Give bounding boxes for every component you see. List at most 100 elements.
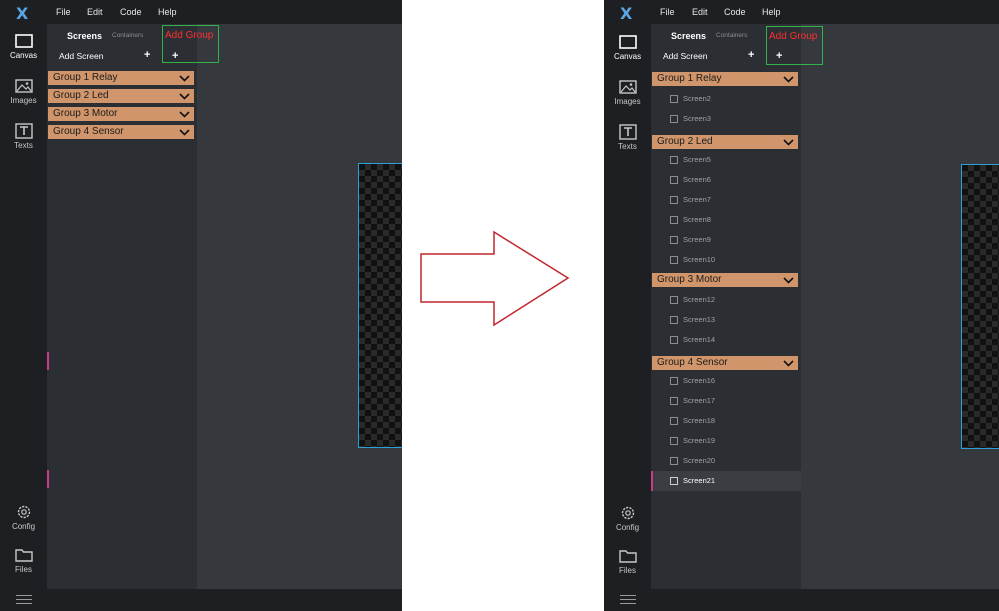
menu-code[interactable]: Code	[724, 7, 746, 17]
checkbox[interactable]	[670, 236, 678, 244]
tab-screens[interactable]: Screens	[67, 31, 102, 41]
menu-bar: File Edit Code Help	[47, 0, 402, 24]
menu-file[interactable]: File	[660, 7, 675, 17]
text-icon	[14, 123, 33, 139]
group-label: Group 1 Relay	[657, 73, 722, 84]
sidebar-item-config[interactable]: Config	[604, 505, 651, 532]
checkbox[interactable]	[670, 196, 678, 204]
list-item[interactable]: Screen7	[651, 190, 801, 210]
sidebar-item-images[interactable]: Images	[604, 79, 651, 106]
sidebar-item-label: Config	[11, 522, 36, 531]
checkbox[interactable]	[670, 336, 678, 344]
menu-icon[interactable]	[620, 595, 636, 607]
canvas-area[interactable]	[801, 24, 999, 589]
list-item[interactable]: Screen16	[651, 371, 801, 391]
checkbox[interactable]	[670, 437, 678, 445]
sidebar-item-files[interactable]: Files	[0, 547, 47, 574]
chevron-down-icon	[179, 75, 190, 82]
canvas-area[interactable]	[197, 24, 402, 589]
sidebar-item-images[interactable]: Images	[0, 78, 47, 105]
after-screenshot: X Canvas Images Texts Config Files File …	[604, 0, 999, 611]
list-item[interactable]: Screen5	[651, 150, 801, 170]
gear-icon	[621, 506, 634, 520]
selection-marker	[651, 471, 653, 491]
sidebar-item-canvas[interactable]: Canvas	[604, 34, 651, 61]
screens-panel: Screens Containers Add Screen + + Group …	[651, 24, 801, 589]
list-item[interactable]: Screen12	[651, 290, 801, 310]
checkbox[interactable]	[670, 256, 678, 264]
sidebar-item-label: Images	[614, 97, 641, 106]
checkbox[interactable]	[670, 477, 678, 485]
list-item[interactable]: Screen9	[651, 230, 801, 250]
add-screen-button[interactable]: +	[748, 49, 754, 61]
image-icon	[618, 80, 637, 94]
canvas-preview[interactable]	[961, 164, 999, 449]
group-header[interactable]: Group 1 Relay	[652, 72, 798, 86]
before-screenshot: X Canvas Images Texts Config Files File …	[0, 0, 402, 611]
sidebar-item-label: Files	[619, 566, 636, 575]
checkbox[interactable]	[670, 95, 678, 103]
list-item[interactable]: Screen8	[651, 210, 801, 230]
checkbox[interactable]	[670, 216, 678, 224]
group-header[interactable]: Group 3 Motor	[48, 107, 194, 121]
sidebar-item-config[interactable]: Config	[0, 504, 47, 531]
app-logo: X	[16, 4, 29, 23]
group-label: Group 4 Sensor	[53, 126, 124, 137]
checkbox[interactable]	[670, 417, 678, 425]
checkbox[interactable]	[670, 377, 678, 385]
checkbox[interactable]	[670, 176, 678, 184]
add-group-annotation: Add Group	[165, 30, 214, 41]
group-header[interactable]: Group 1 Relay	[48, 71, 194, 85]
list-item-active[interactable]: Screen21	[651, 471, 801, 491]
checkbox[interactable]	[670, 316, 678, 324]
list-item[interactable]: Screen20	[651, 451, 801, 471]
chevron-down-icon	[179, 93, 190, 100]
tab-containers[interactable]: Containers	[112, 32, 143, 39]
group-label: Group 1 Relay	[53, 72, 118, 83]
group-header[interactable]: Group 2 Led	[48, 89, 194, 103]
list-item[interactable]: Screen3	[651, 109, 801, 129]
text-icon	[618, 124, 637, 140]
checkbox[interactable]	[670, 457, 678, 465]
menu-help[interactable]: Help	[762, 7, 781, 17]
menu-code[interactable]: Code	[120, 7, 142, 17]
sidebar: X Canvas Images Texts Config Files	[604, 0, 651, 611]
chevron-down-icon	[179, 129, 190, 136]
list-item[interactable]: Screen2	[651, 89, 801, 109]
group-header[interactable]: Group 2 Led	[652, 135, 798, 149]
menu-edit[interactable]: Edit	[87, 7, 103, 17]
list-item[interactable]: Screen18	[651, 411, 801, 431]
tab-containers[interactable]: Containers	[716, 32, 747, 39]
sidebar-item-label: Files	[15, 565, 32, 574]
list-item[interactable]: Screen17	[651, 391, 801, 411]
sidebar-item-canvas[interactable]: Canvas	[0, 33, 47, 60]
checkbox[interactable]	[670, 156, 678, 164]
list-item[interactable]: Screen14	[651, 330, 801, 350]
add-screen-button[interactable]: +	[144, 49, 150, 61]
sidebar-item-texts[interactable]: Texts	[0, 123, 47, 150]
canvas-preview[interactable]	[358, 163, 402, 448]
list-item[interactable]: Screen6	[651, 170, 801, 190]
checkbox[interactable]	[670, 397, 678, 405]
sidebar-item-texts[interactable]: Texts	[604, 124, 651, 151]
sidebar-item-files[interactable]: Files	[604, 548, 651, 575]
group-header[interactable]: Group 4 Sensor	[652, 356, 798, 370]
screens-panel: Screens Containers Add Screen + + Group …	[47, 24, 197, 589]
group-header[interactable]: Group 4 Sensor	[48, 125, 194, 139]
list-item[interactable]: Screen10	[651, 250, 801, 270]
menu-edit[interactable]: Edit	[692, 7, 708, 17]
menu-help[interactable]: Help	[158, 7, 177, 17]
list-item[interactable]: Screen19	[651, 431, 801, 451]
sidebar-item-label: Texts	[618, 142, 637, 151]
checkbox[interactable]	[670, 296, 678, 304]
group-header[interactable]: Group 3 Motor	[652, 273, 798, 287]
checkbox[interactable]	[670, 115, 678, 123]
list-item[interactable]: Screen13	[651, 310, 801, 330]
menu-file[interactable]: File	[56, 7, 71, 17]
tab-screens[interactable]: Screens	[671, 31, 706, 41]
menu-icon[interactable]	[16, 595, 32, 607]
chevron-down-icon	[783, 277, 794, 284]
arrow-icon	[420, 230, 570, 327]
add-screen-label: Add Screen	[59, 51, 104, 61]
add-screen-label: Add Screen	[663, 51, 708, 61]
